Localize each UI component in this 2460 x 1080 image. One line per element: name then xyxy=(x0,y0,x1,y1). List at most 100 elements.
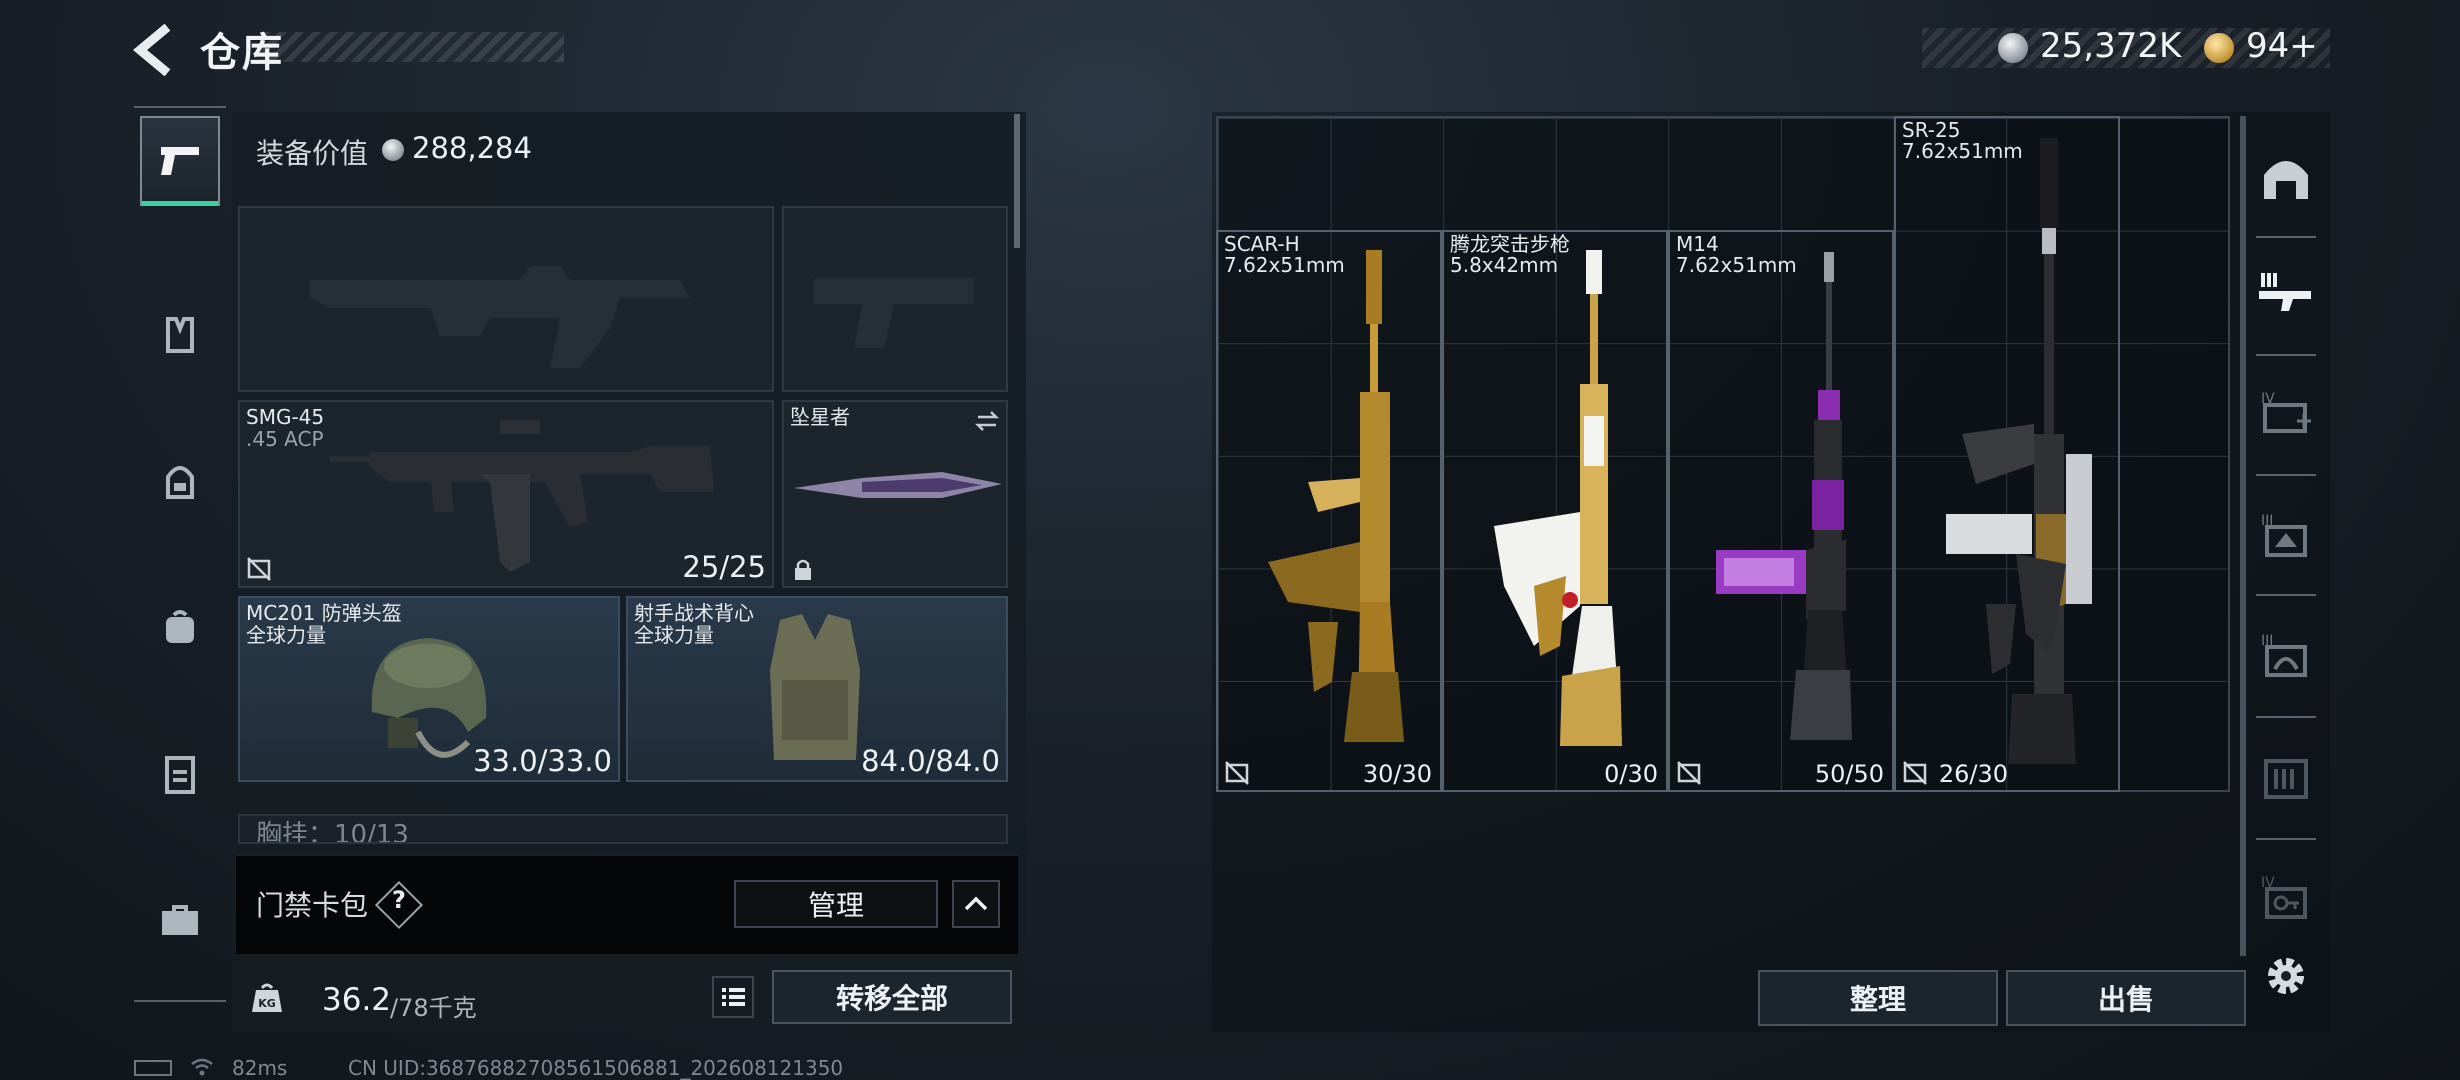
helmet-tier-3-icon: III xyxy=(2261,633,2307,677)
tab-divider xyxy=(2256,838,2316,840)
equipment-value: 288,284 xyxy=(412,131,532,165)
back-button[interactable] xyxy=(128,24,176,76)
silver-coin-icon xyxy=(382,139,404,161)
stash-item-scar-h[interactable]: SCAR-H 7.62x51mm 30/30 xyxy=(1216,230,1442,792)
weight-max: /78千克 xyxy=(390,994,477,1022)
silver-amount[interactable]: 25,372K xyxy=(2040,26,2181,66)
sidebar-tab-armor[interactable] xyxy=(140,436,220,526)
smg-45-image xyxy=(330,420,714,572)
item-ammo: 30/30 xyxy=(1362,760,1432,788)
battery-icon xyxy=(134,1060,172,1076)
stash-tab-helmet-3[interactable]: III xyxy=(2254,612,2318,696)
stash-tab-weapons-3[interactable] xyxy=(2254,250,2318,334)
rig-icon xyxy=(166,317,194,353)
sell-button[interactable]: 出售 xyxy=(2006,970,2246,1026)
no-insurance-icon xyxy=(1677,761,1701,785)
equipment-value-label: 装备价值 xyxy=(256,137,369,170)
manage-button[interactable]: 管理 xyxy=(734,880,938,928)
wifi-icon xyxy=(191,1058,213,1076)
sidebar-tab-weapons[interactable] xyxy=(140,116,220,206)
stash-tab-medical-4[interactable]: IV xyxy=(2254,370,2318,454)
silver-coin-icon xyxy=(1998,33,2028,63)
chest-rig-slot[interactable]: 胸挂：10/13 xyxy=(238,814,1008,844)
rifle-tier-3-icon xyxy=(2259,273,2311,311)
title-stripe-decoration xyxy=(262,32,564,62)
sidebar-tab-chest-rig[interactable] xyxy=(140,730,220,820)
tab-divider xyxy=(2256,594,2316,596)
collapse-button[interactable] xyxy=(952,880,1000,928)
no-insurance-icon xyxy=(247,557,271,581)
settings-button[interactable] xyxy=(2262,952,2310,1000)
armor-slot[interactable]: 射手战术背心 全球力量 84.0/84.0 xyxy=(626,596,1008,782)
gold-amount[interactable]: 94+ xyxy=(2246,26,2318,66)
stash-item-sr-25[interactable]: SR-25 7.62x51mm 26/30 xyxy=(1894,116,2120,792)
stash-tab-armor-3[interactable]: III xyxy=(2254,492,2318,576)
stash-item-tenglong-rifle[interactable]: 腾龙突击步枪 5.8x42mm 0/30 xyxy=(1442,230,1668,792)
key-tier-4-icon: IV xyxy=(2261,875,2307,919)
armor-brand: 全球力量 xyxy=(634,623,714,647)
tab-divider xyxy=(2256,474,2316,476)
helmet-brand: 全球力量 xyxy=(246,623,326,647)
stash-scrollbar[interactable] xyxy=(2240,116,2246,956)
melee-blade-image xyxy=(794,472,1002,498)
chest-rig-icon xyxy=(165,756,195,794)
chest-rig-label: 胸挂：10/13 xyxy=(256,820,409,844)
tenglong-rifle-image xyxy=(1494,250,1622,746)
chevron-up-icon xyxy=(964,896,988,911)
pistol-placeholder-icon xyxy=(814,278,974,348)
stash-home-icon xyxy=(2264,161,2308,199)
item-ammo: 26/30 xyxy=(1938,760,2008,788)
primary-weapon-slot[interactable]: SMG-45 .45 ACP 25/25 xyxy=(238,400,774,588)
uid-text: CN UID:3687688270856150688​1_20260812135… xyxy=(348,1056,844,1080)
keycard-label: 门禁卡包 xyxy=(256,889,369,922)
rifle-placeholder-icon xyxy=(310,266,690,368)
sidebar-tab-backpack[interactable] xyxy=(140,582,220,672)
equipment-scrollbar[interactable] xyxy=(1014,114,1020,248)
gold-coin-icon xyxy=(2204,33,2234,63)
sidebar-tab-rig[interactable] xyxy=(140,290,220,380)
list-icon xyxy=(722,988,745,1006)
secondary-weapon-slot[interactable] xyxy=(238,206,774,392)
medkit-tier-4-icon: IV xyxy=(2261,391,2311,433)
weapon-name: SMG-45 xyxy=(246,405,325,429)
ping-text: 82ms xyxy=(232,1056,288,1080)
helmet-slot[interactable]: MC201 防弹头盔 全球力量 33.0/33.0 xyxy=(238,596,620,782)
ammo-count: 25/25 xyxy=(682,550,766,584)
m14-image xyxy=(1716,252,1852,740)
melee-name: 坠星者 xyxy=(790,405,850,429)
sidebar-divider xyxy=(134,106,226,108)
stash-item-m14[interactable]: M14 7.62x51mm 50/50 xyxy=(1668,230,1894,792)
stash-tab-chest-rig[interactable] xyxy=(2254,736,2318,820)
tab-divider xyxy=(2256,354,2316,356)
helmet-durability: 33.0/33.0 xyxy=(473,744,612,778)
armor-durability: 84.0/84.0 xyxy=(861,744,1000,778)
pistol-icon xyxy=(161,147,199,175)
weight-kg-icon: KG xyxy=(252,983,282,1012)
lock-icon xyxy=(795,559,811,580)
helmet-armor-icon xyxy=(166,466,194,499)
pistol-slot[interactable] xyxy=(782,206,1008,392)
armor-tier-3-icon: III xyxy=(2261,513,2307,557)
chest-rig-tier-icon xyxy=(2264,759,2308,799)
sidebar-divider xyxy=(134,1000,226,1002)
helmet-name: MC201 防弹头盔 xyxy=(246,601,402,625)
melee-slot[interactable]: 坠星者 xyxy=(782,400,1008,588)
swap-icon xyxy=(974,411,1000,431)
transfer-all-button[interactable]: 转移全部 xyxy=(772,970,1012,1024)
scar-h-image xyxy=(1268,250,1404,742)
page-title: 仓库 xyxy=(200,30,284,76)
stash-tab-keys-4[interactable]: IV xyxy=(2254,854,2318,938)
armor-vest-image xyxy=(770,614,860,760)
list-view-button[interactable] xyxy=(712,976,754,1018)
sidebar-tab-briefcase[interactable] xyxy=(140,876,220,966)
briefcase-icon xyxy=(162,905,198,935)
weapon-caliber: .45 ACP xyxy=(246,427,324,451)
armor-name: 射手战术背心 xyxy=(634,601,754,625)
stash-tab-all[interactable] xyxy=(2254,136,2318,220)
tab-divider xyxy=(2256,716,2316,718)
no-insurance-icon xyxy=(1225,761,1249,785)
item-ammo: 50/50 xyxy=(1814,760,1884,788)
sort-button[interactable]: 整理 xyxy=(1758,970,1998,1026)
backpack-icon xyxy=(166,610,194,643)
back-arrow-icon xyxy=(132,24,171,76)
